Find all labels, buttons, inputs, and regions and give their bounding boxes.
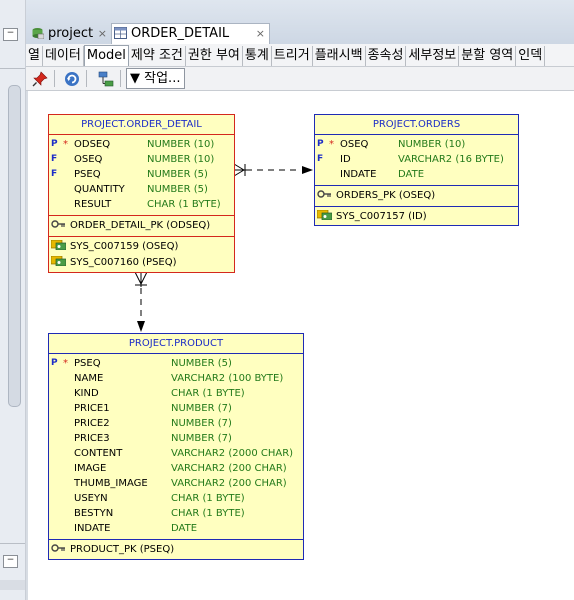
key-icon [51, 220, 65, 228]
column-name: PRICE3 [74, 433, 110, 444]
key-flag: F [51, 169, 58, 179]
column-row[interactable]: NAME VARCHAR2 (100 BYTE) [49, 371, 303, 386]
column-name: KIND [74, 388, 99, 399]
column-row[interactable]: PRICE2 NUMBER (7) [49, 416, 303, 431]
column-row[interactable]: INDATE DATE [49, 521, 303, 536]
key-flag: P [51, 139, 58, 149]
column-type: VARCHAR2 (100 BYTE) [171, 373, 284, 384]
column-type: NUMBER (7) [171, 433, 232, 444]
column-row[interactable]: BESTYN CHAR (1 BYTE) [49, 506, 303, 521]
column-row[interactable]: PRICE3 NUMBER (7) [49, 431, 303, 446]
column-name: PSEQ [74, 169, 101, 180]
mandatory-star: * [63, 358, 68, 369]
key-flag: P [317, 139, 324, 149]
column-row[interactable]: THUMB_IMAGE VARCHAR2 (200 CHAR) [49, 476, 303, 491]
column-type: VARCHAR2 (16 BYTE) [398, 154, 504, 165]
column-name: QUANTITY [74, 184, 125, 195]
foreign-key-icon [317, 210, 332, 220]
entity-order-detail[interactable]: PROJECT.ORDER_DETAIL P * ODSEQ NUMBER (10) … [48, 114, 235, 273]
column-type: NUMBER (7) [171, 403, 232, 414]
entity-title: PROJECT.PRODUCT [49, 334, 303, 354]
column-type: VARCHAR2 (200 CHAR) [171, 463, 287, 474]
mandatory-star: * [63, 139, 68, 150]
constraint-label: SYS_C007159 (OSEQ) [70, 241, 179, 252]
constraint-label: SYS_C007157 (ID) [336, 211, 427, 222]
column-name: PRICE2 [74, 418, 110, 429]
column-type: CHAR (1 BYTE) [171, 493, 245, 504]
column-row[interactable]: P * PSEQ NUMBER (5) [49, 356, 303, 371]
relation-order-detail-orders[interactable] [233, 163, 313, 177]
column-row[interactable]: P * ODSEQ NUMBER (10) [49, 137, 234, 152]
column-name: INDATE [74, 523, 111, 534]
column-row[interactable]: PRICE1 NUMBER (7) [49, 401, 303, 416]
constraint-row[interactable]: SYS_C007157 (ID) [315, 209, 518, 225]
column-name: USEYN [74, 493, 108, 504]
entity-title: PROJECT.ORDER_DETAIL [49, 115, 234, 135]
column-row[interactable]: KIND CHAR (1 BYTE) [49, 386, 303, 401]
column-type: VARCHAR2 (2000 CHAR) [171, 448, 294, 459]
column-type: NUMBER (10) [398, 139, 466, 150]
relation-order-detail-product[interactable] [134, 271, 148, 332]
column-row[interactable]: CONTENT VARCHAR2 (2000 CHAR) [49, 446, 303, 461]
column-row[interactable]: P * OSEQ NUMBER (10) [315, 137, 518, 152]
primary-key-label: PRODUCT_PK (PSEQ) [70, 544, 175, 555]
column-name: PSEQ [74, 358, 101, 369]
primary-key-row[interactable]: ORDER_DETAIL_PK (ODSEQ) [49, 218, 234, 234]
column-row[interactable]: QUANTITY NUMBER (5) [49, 182, 234, 197]
column-name: THUMB_IMAGE [74, 478, 148, 489]
column-name: ODSEQ [74, 139, 111, 150]
key-flag: F [317, 154, 324, 164]
primary-key-label: ORDERS_PK (OSEQ) [336, 190, 436, 201]
column-type: NUMBER (5) [147, 184, 208, 195]
constraint-row[interactable]: SYS_C007159 (OSEQ) [49, 239, 234, 255]
column-type: DATE [398, 169, 425, 180]
key-icon [317, 190, 331, 198]
column-row[interactable]: INDATE DATE [315, 167, 518, 182]
foreign-key-icon [51, 240, 66, 250]
column-row[interactable]: USEYN CHAR (1 BYTE) [49, 491, 303, 506]
key-icon [51, 544, 65, 552]
primary-key-row[interactable]: ORDERS_PK (OSEQ) [315, 188, 518, 204]
column-type: CHAR (1 BYTE) [147, 199, 221, 210]
column-name: NAME [74, 373, 104, 384]
key-flag: P [51, 358, 58, 368]
column-type: VARCHAR2 (200 CHAR) [171, 478, 287, 489]
column-row[interactable]: F OSEQ NUMBER (10) [49, 152, 234, 167]
column-name: OSEQ [340, 139, 369, 150]
mandatory-star: * [329, 139, 334, 150]
column-row[interactable]: RESULT CHAR (1 BYTE) [49, 197, 234, 212]
column-row[interactable]: F PSEQ NUMBER (5) [49, 167, 234, 182]
entity-orders[interactable]: PROJECT.ORDERS P * OSEQ NUMBER (10) F ID VARC… [314, 114, 519, 226]
column-name: CONTENT [74, 448, 123, 459]
column-name: RESULT [74, 199, 112, 210]
column-name: ID [340, 154, 351, 165]
column-name: IMAGE [74, 463, 107, 474]
primary-key-row[interactable]: PRODUCT_PK (PSEQ) [49, 542, 303, 558]
column-type: CHAR (1 BYTE) [171, 388, 245, 399]
column-type: NUMBER (10) [147, 139, 215, 150]
constraint-label: SYS_C007160 (PSEQ) [70, 257, 177, 268]
primary-key-label: ORDER_DETAIL_PK (ODSEQ) [70, 220, 211, 231]
column-row[interactable]: IMAGE VARCHAR2 (200 CHAR) [49, 461, 303, 476]
column-name: BESTYN [74, 508, 114, 519]
foreign-key-icon [51, 256, 66, 266]
column-type: CHAR (1 BYTE) [171, 508, 245, 519]
column-row[interactable]: F ID VARCHAR2 (16 BYTE) [315, 152, 518, 167]
column-type: NUMBER (10) [147, 154, 215, 165]
entity-title: PROJECT.ORDERS [315, 115, 518, 135]
column-name: INDATE [340, 169, 377, 180]
constraint-row[interactable]: SYS_C007160 (PSEQ) [49, 255, 234, 271]
entity-product[interactable]: PROJECT.PRODUCT P * PSEQ NUMBER (5) NAME VAR… [48, 333, 304, 560]
column-name: OSEQ [74, 154, 103, 165]
column-type: DATE [171, 523, 198, 534]
column-type: NUMBER (5) [147, 169, 208, 180]
column-type: NUMBER (5) [171, 358, 232, 369]
column-name: PRICE1 [74, 403, 110, 414]
column-type: NUMBER (7) [171, 418, 232, 429]
key-flag: F [51, 154, 58, 164]
